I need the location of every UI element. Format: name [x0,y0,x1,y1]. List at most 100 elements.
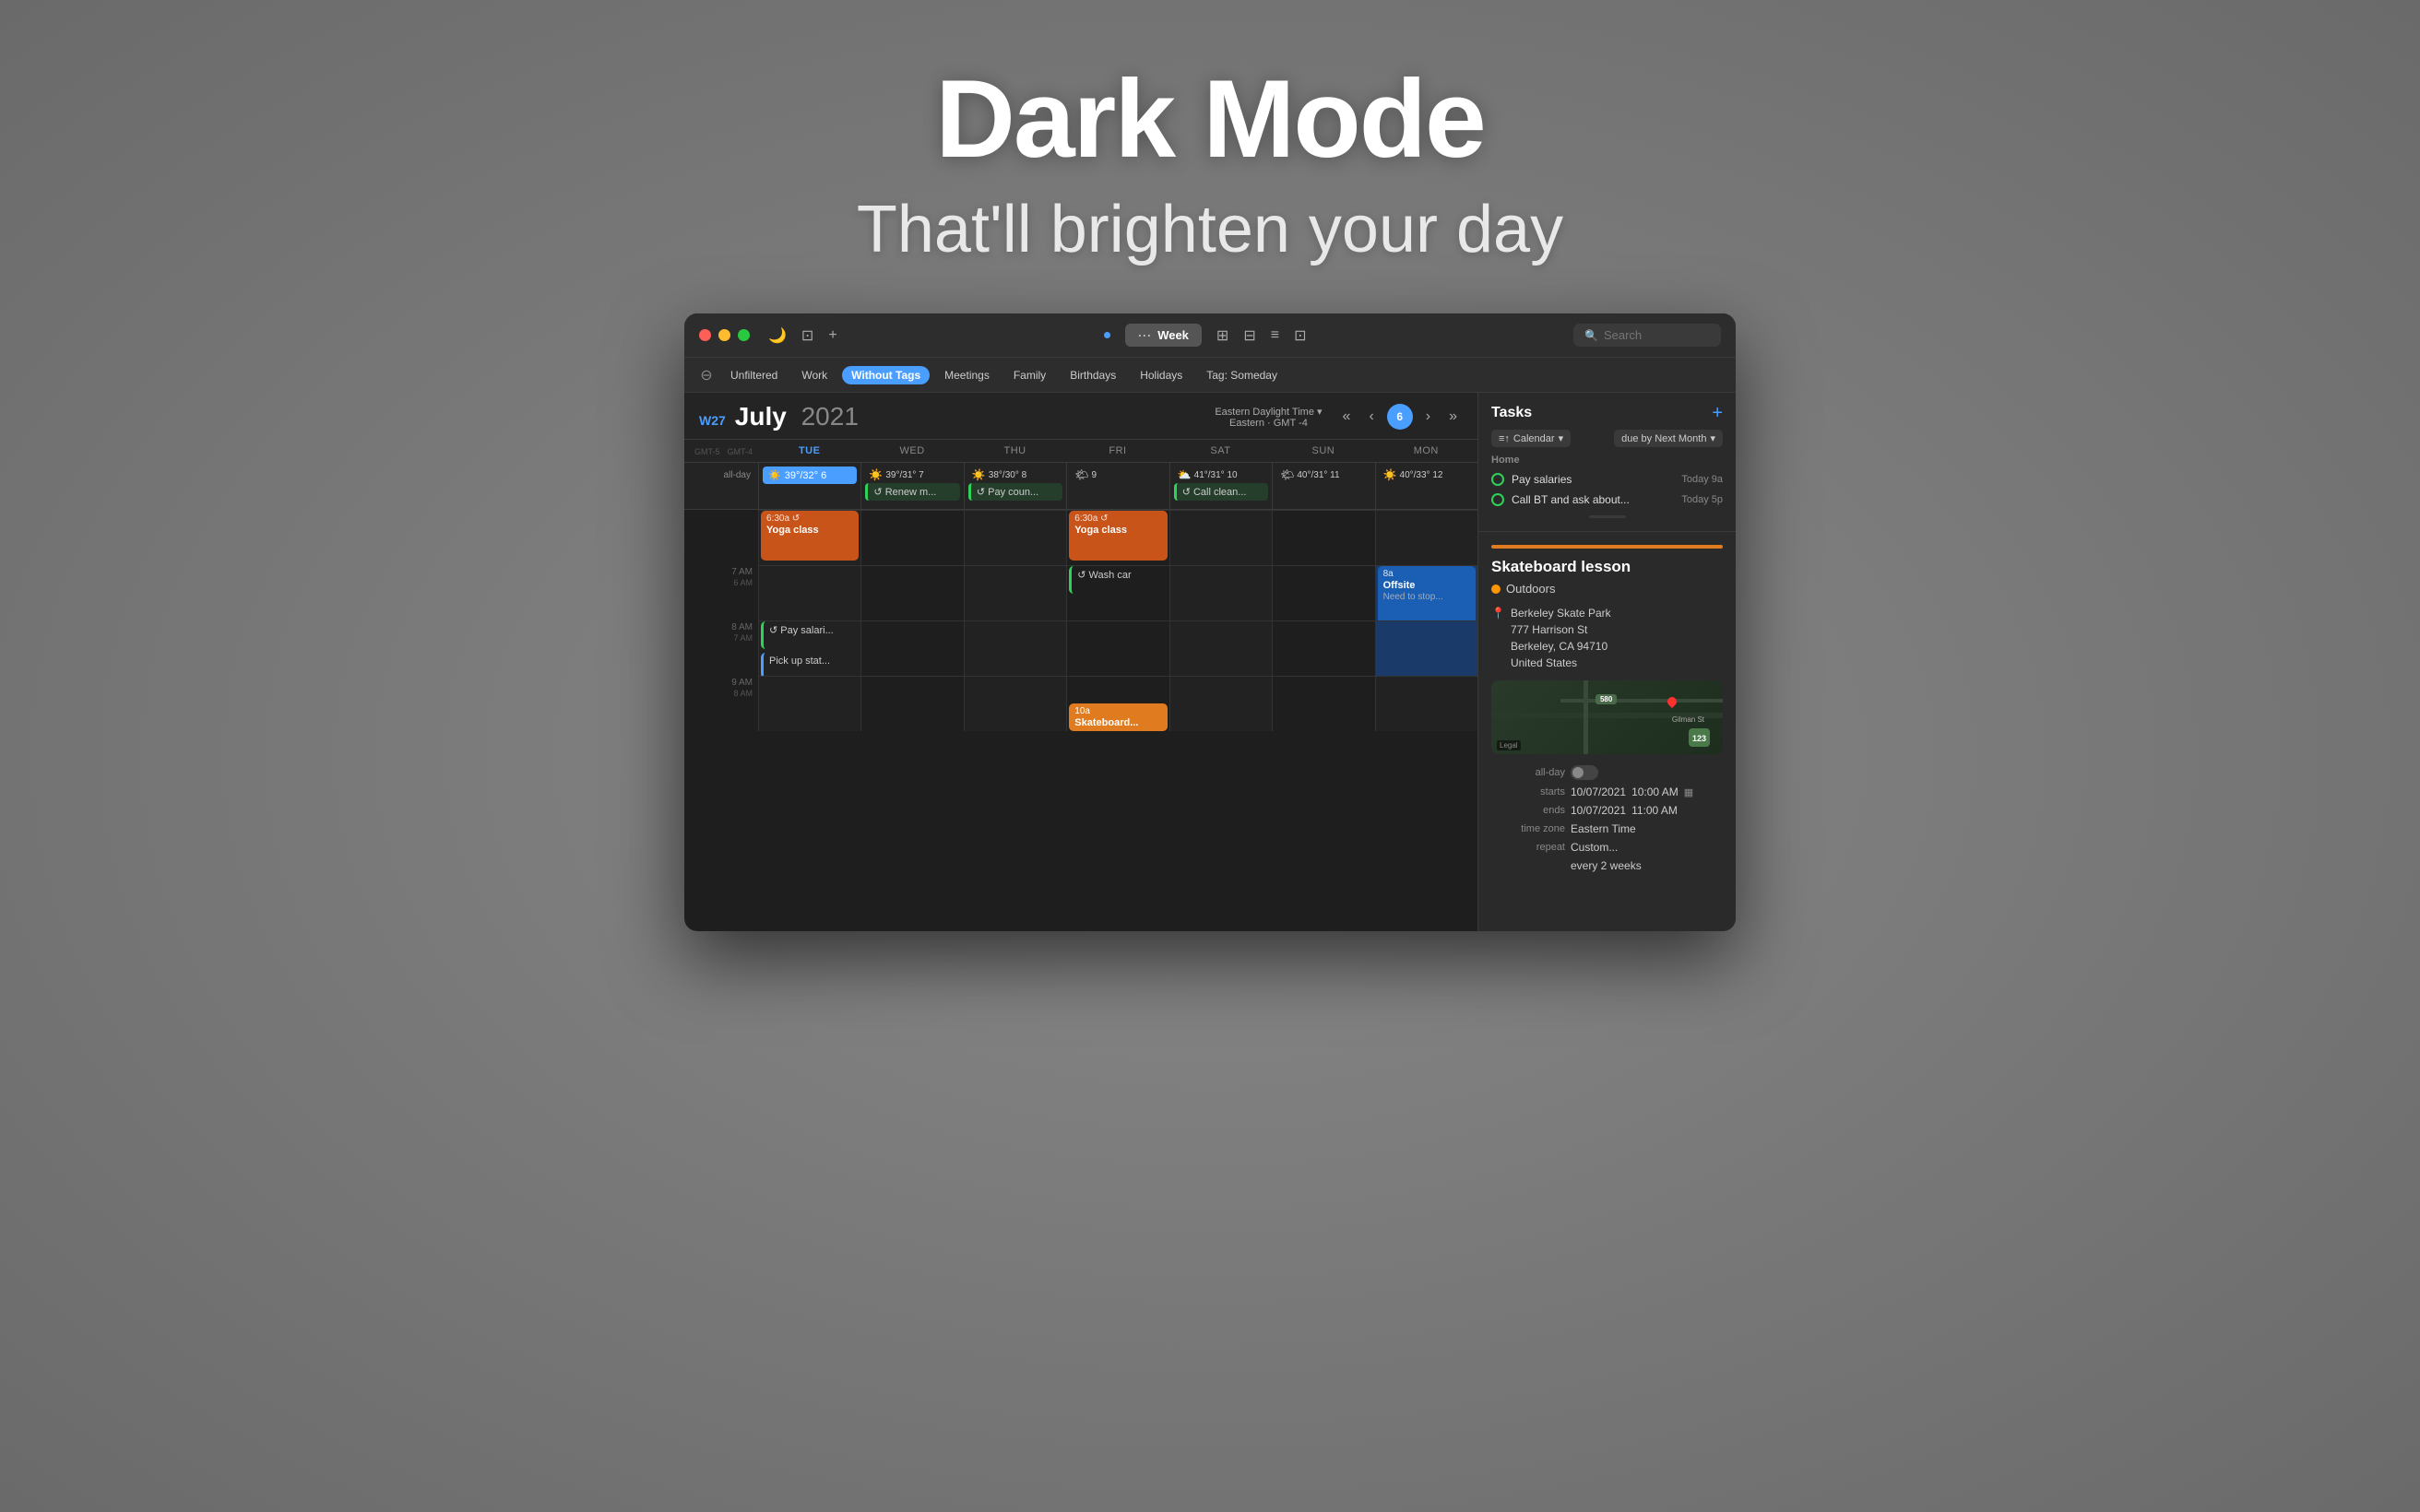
time-cell-sat-1[interactable] [1169,565,1272,620]
time-cell-tue-2[interactable]: ↺ Pay salari... Pick up stat... [758,620,860,676]
allday-event-pay-coun[interactable]: ↺ Pay coun... [968,483,1062,501]
search-bar[interactable]: 🔍 [1573,324,1721,347]
time-cell-thu-3[interactable] [964,676,1066,731]
week-view-button[interactable]: ··· Week [1125,324,1202,347]
allday-cell-sun[interactable]: 🌤 40°/31° 11 [1272,463,1374,509]
ends-value[interactable]: 10/07/2021 11:00 AM [1571,804,1723,817]
allday-cell-sat[interactable]: ⛅ 41°/31° 10 ↺ Call clean... [1169,463,1272,509]
allday-event-call-clean[interactable]: ↺ Call clean... [1174,483,1268,501]
timezone-value[interactable]: Eastern Time [1571,822,1723,835]
filter-minus-icon[interactable]: ⊖ [697,366,716,384]
time-cell-thu-1[interactable] [964,565,1066,620]
time-cell-sat-3[interactable] [1169,676,1272,731]
location-address: Berkeley Skate Park 777 Harrison St Berk… [1511,605,1611,671]
day-header-tue[interactable]: TUE [758,440,860,462]
nav-next-next-button[interactable]: » [1443,407,1463,427]
time-cell-sun-3[interactable] [1272,676,1374,731]
multi-grid-icon[interactable]: ⊟ [1243,326,1255,345]
time-cell-tue-1[interactable] [758,565,860,620]
allday-cell-tue[interactable]: ☀️ 39°/32° 6 [758,463,860,509]
time-cell-wed-1[interactable] [860,565,963,620]
minimize-button[interactable] [718,329,730,341]
month-grid-icon[interactable]: ⊞ [1216,326,1228,345]
filter-tag-meetings[interactable]: Meetings [935,366,999,384]
time-cell-thu-0[interactable] [964,510,1066,565]
time-cell-fri-0[interactable]: 6:30a ↺ Yoga class [1066,510,1168,565]
allday-event-renew[interactable]: ↺ Renew m... [865,483,959,501]
time-cell-mon-0[interactable] [1375,510,1477,565]
skateboard-title-fri: Skateboard... [1074,717,1161,728]
sidebar-toggle-icon[interactable]: ⊡ [801,326,813,345]
time-cell-wed-0[interactable] [860,510,963,565]
pickup-event[interactable]: Pick up stat... [761,653,859,679]
repeat-value[interactable]: Custom... [1571,841,1723,854]
wash-car-event[interactable]: ↺ Wash car [1069,566,1167,594]
filter-tag-family[interactable]: Family [1004,366,1055,384]
moon-icon[interactable]: 🌙 [768,326,787,345]
time-cell-fri-3[interactable]: 10a Skateboard... [1066,676,1168,731]
time-grid[interactable]: 6:30a ↺ Yoga class 6:30a ↺ Yoga class [684,510,1477,931]
day-header-sat[interactable]: SAT [1169,440,1272,462]
calendar-area: W27 July 2021 Eastern Daylight Time ▾ Ea… [684,393,1477,931]
filter-tag-work[interactable]: Work [792,366,836,384]
time-cell-sat-2[interactable] [1169,620,1272,676]
time-cell-mon-2[interactable] [1375,620,1477,676]
filter-tag-birthdays[interactable]: Birthdays [1061,366,1125,384]
list-icon[interactable]: ≡ [1271,327,1279,344]
allday-field-value[interactable] [1571,765,1723,780]
day-header-mon[interactable]: MON [1375,440,1477,462]
calendar-filter-button[interactable]: ≡↑ Calendar ▾ [1491,430,1571,447]
day-header-thu[interactable]: THU [964,440,1066,462]
nav-prev-prev-button[interactable]: « [1337,407,1357,427]
time-cell-sun-1[interactable] [1272,565,1374,620]
nav-prev-button[interactable]: ‹ [1363,407,1379,427]
task-item-pay[interactable]: Pay salaries Today 9a [1491,469,1723,490]
time-cell-tue-0[interactable]: 6:30a ↺ Yoga class [758,510,860,565]
maximize-button[interactable] [738,329,750,341]
yoga-class-tue[interactable]: 6:30a ↺ Yoga class [761,511,859,561]
map-thumbnail[interactable]: 580 Gilman St Legal [1491,680,1723,754]
allday-cell-fri[interactable]: 🌤 9 [1066,463,1168,509]
allday-cell-mon[interactable]: ☀️ 40°/33° 12 [1375,463,1477,509]
starts-value[interactable]: 10/07/2021 10:00 AM ▦ [1571,786,1723,798]
panel-icon[interactable]: ⊡ [1294,326,1306,345]
close-button[interactable] [699,329,711,341]
filter-tag-unfiltered[interactable]: Unfiltered [721,366,787,384]
filter-tag-without-tags[interactable]: Without Tags [842,366,930,384]
time-cell-sun-2[interactable] [1272,620,1374,676]
add-event-icon[interactable]: + [828,327,836,344]
weather-icon-fri: 🌤 [1074,468,1088,481]
time-cell-sun-0[interactable] [1272,510,1374,565]
time-cell-wed-2[interactable] [860,620,963,676]
add-task-button[interactable]: + [1712,404,1723,422]
due-filter-button[interactable]: due by Next Month ▾ [1614,430,1723,447]
map-legal-label[interactable]: Legal [1497,740,1521,750]
time-cell-tue-3[interactable] [758,676,860,731]
time-cell-mon-3[interactable] [1375,676,1477,731]
allday-toggle[interactable] [1571,765,1598,780]
time-cell-fri-1[interactable]: ↺ Wash car [1066,565,1168,620]
pay-salaries-event[interactable]: ↺ Pay salari... [761,621,859,649]
task-item-call[interactable]: Call BT and ask about... Today 5p [1491,490,1723,510]
day-header-fri[interactable]: FRI [1066,440,1168,462]
day-header-wed[interactable]: WED [860,440,963,462]
weather-icon-sun: 🌤 [1280,468,1294,481]
yoga-class-fri[interactable]: 6:30a ↺ Yoga class [1069,511,1167,561]
filter-tag-holidays[interactable]: Holidays [1131,366,1192,384]
search-input[interactable] [1604,328,1710,342]
time-cell-sat-0[interactable] [1169,510,1272,565]
allday-cell-thu[interactable]: ☀️ 38°/30° 8 ↺ Pay coun... [964,463,1066,509]
skateboard-event-fri[interactable]: 10a Skateboard... [1069,703,1167,731]
time-cell-thu-2[interactable] [964,620,1066,676]
time-cell-mon-1[interactable]: 8a Offsite Need to stop... [1375,565,1477,620]
time-cell-fri-2[interactable] [1066,620,1168,676]
day-header-sun[interactable]: SUN [1272,440,1374,462]
weather-temp-thu: 38°/30° 8 [989,470,1026,480]
route-123-label: 123 [1692,734,1706,743]
allday-cell-wed[interactable]: ☀️ 39°/31° 7 ↺ Renew m... [860,463,963,509]
today-button[interactable]: 6 [1387,404,1413,430]
filter-tag-someday[interactable]: Tag: Someday [1197,366,1287,384]
time-cell-wed-3[interactable] [860,676,963,731]
nav-next-button[interactable]: › [1420,407,1436,427]
weather-temp-tue: 39°/32° 6 [785,470,827,481]
